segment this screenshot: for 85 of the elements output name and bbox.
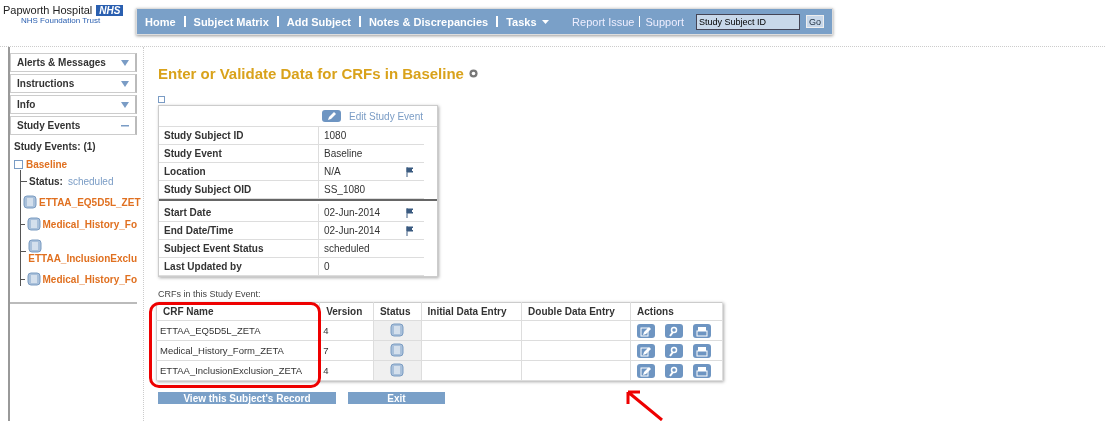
field-value: 1080 bbox=[324, 130, 347, 141]
status-value: scheduled bbox=[67, 176, 114, 187]
printer-icon[interactable] bbox=[693, 343, 712, 358]
nav-link[interactable]: Report Issue bbox=[572, 15, 635, 28]
field-label: Study Subject ID bbox=[159, 127, 319, 145]
form-icon bbox=[23, 195, 37, 209]
column-header: Initial Data Entry bbox=[421, 302, 522, 321]
search-icon[interactable] bbox=[665, 323, 684, 338]
field-label: Study Subject OID bbox=[159, 180, 319, 199]
annotation-arrow bbox=[624, 388, 664, 421]
table-caption: CRFs in this Study Event: bbox=[158, 289, 262, 299]
field-value: Baseline bbox=[324, 148, 363, 159]
pencil-icon[interactable] bbox=[322, 110, 342, 122]
field-value: 02-Jun-2014 bbox=[324, 225, 381, 236]
page-title: Enter or Validate Data for CRFs in Baseline bbox=[158, 65, 464, 82]
expand-icon[interactable] bbox=[121, 101, 129, 108]
panel-header[interactable]: Instructions bbox=[10, 74, 137, 93]
form-icon bbox=[26, 217, 41, 231]
nav-link[interactable]: Home bbox=[145, 15, 176, 28]
hospital-name: Papworth Hospital bbox=[3, 4, 93, 16]
form-link[interactable]: Medical_History_Fo bbox=[42, 273, 137, 285]
table-cell: 4 bbox=[319, 320, 374, 341]
nav-link[interactable]: Subject Matrix bbox=[193, 15, 269, 28]
flag-icon[interactable] bbox=[406, 225, 416, 236]
column-header: Double Data Entry bbox=[521, 302, 631, 321]
panel-header[interactable]: Alerts & Messages bbox=[10, 53, 137, 72]
expand-icon[interactable] bbox=[121, 59, 129, 66]
action-button[interactable]: Exit bbox=[348, 392, 445, 404]
form-icon bbox=[26, 272, 41, 286]
table-cell: 7 bbox=[319, 340, 374, 361]
search-field[interactable]: Study Subject ID bbox=[696, 13, 800, 30]
panel-header[interactable]: Study Events bbox=[10, 116, 137, 135]
column-header: Actions bbox=[630, 302, 723, 321]
edit-icon[interactable] bbox=[637, 343, 656, 358]
edit-event-link[interactable]: Edit Study Event bbox=[349, 110, 423, 122]
field-value: 02-Jun-2014 bbox=[324, 207, 381, 218]
flag-icon[interactable] bbox=[406, 166, 416, 177]
column-header: CRF Name bbox=[156, 302, 320, 321]
event-link[interactable]: Baseline bbox=[26, 159, 68, 170]
table-cell: ETTAA_EQ5D5L_ZETA bbox=[156, 320, 320, 341]
column-header: Status bbox=[373, 302, 422, 321]
form-icon bbox=[28, 239, 43, 253]
nav-link[interactable]: Notes & Discrepancies bbox=[368, 15, 489, 28]
status-icon bbox=[390, 322, 405, 337]
form-link[interactable]: Medical_History_Fo bbox=[42, 218, 137, 230]
field-label: Last Updated by bbox=[159, 257, 319, 276]
field-value: scheduled bbox=[324, 243, 370, 254]
printer-icon[interactable] bbox=[693, 363, 712, 378]
column-header: Version bbox=[319, 302, 374, 321]
nav-link[interactable]: Add Subject bbox=[286, 15, 351, 28]
nhs-logo: NHS bbox=[96, 4, 124, 16]
field-value: 0 bbox=[324, 261, 330, 272]
table-cell: 4 bbox=[319, 360, 374, 381]
nav-link[interactable]: Tasks bbox=[506, 15, 537, 28]
edit-icon[interactable] bbox=[637, 363, 656, 378]
collapse-icon[interactable] bbox=[158, 96, 165, 103]
events-heading: Study Events: (1) bbox=[14, 141, 97, 152]
panel-header[interactable]: Info bbox=[10, 95, 137, 114]
caret-icon[interactable] bbox=[541, 19, 549, 24]
go-button[interactable]: Go bbox=[806, 15, 824, 28]
search-icon[interactable] bbox=[665, 343, 684, 358]
nav-link[interactable]: Support bbox=[645, 15, 684, 28]
status-icon bbox=[390, 362, 405, 377]
collapse-icon[interactable] bbox=[14, 160, 23, 169]
field-label: End Date/Time bbox=[159, 221, 319, 240]
form-link[interactable]: ETTAA_EQ5D5L_ZET bbox=[39, 196, 141, 208]
logo-subtitle: NHS Foundation Trust bbox=[21, 16, 102, 25]
field-label: Start Date bbox=[159, 204, 319, 222]
status-label: Status: bbox=[29, 176, 63, 187]
table-cell: Medical_History_Form_ZETA bbox=[156, 340, 320, 361]
search-icon[interactable] bbox=[665, 363, 684, 378]
action-button[interactable]: View this Subject's Record bbox=[158, 392, 336, 404]
expand-icon[interactable] bbox=[121, 80, 129, 87]
field-label: Location bbox=[159, 162, 319, 181]
field-label: Study Event bbox=[159, 144, 319, 163]
flag-icon[interactable] bbox=[406, 207, 416, 218]
edit-icon[interactable] bbox=[637, 323, 656, 338]
field-value: SS_1080 bbox=[324, 184, 366, 195]
status-icon bbox=[390, 342, 405, 357]
form-link[interactable]: ETTAA_InclusionExclu bbox=[28, 253, 137, 264]
field-label: Subject Event Status bbox=[159, 239, 319, 258]
printer-icon[interactable] bbox=[693, 323, 712, 338]
collapse-icon[interactable] bbox=[121, 122, 129, 129]
table-cell: ETTAA_InclusionExclusion_ZETA bbox=[156, 360, 320, 381]
field-value: N/A bbox=[324, 166, 341, 177]
